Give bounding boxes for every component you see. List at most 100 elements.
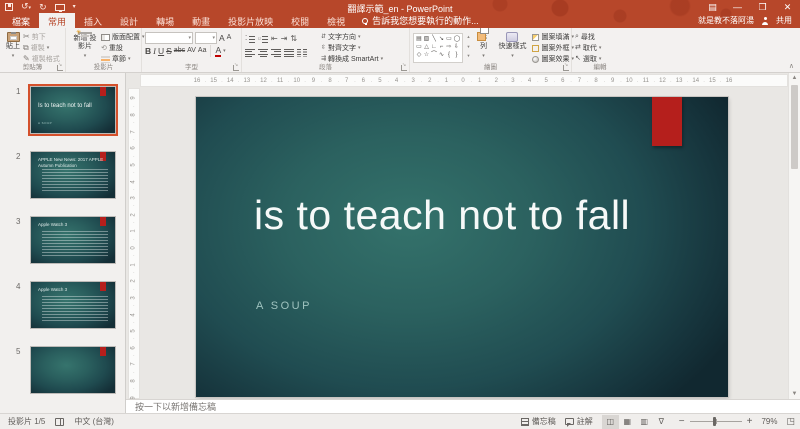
- shape-fill-button[interactable]: 圖案填滿 ▾: [532, 32, 574, 42]
- slide-title-text[interactable]: is to teach not to fall: [254, 189, 704, 241]
- align-text-button[interactable]: ⇳ 對齊文字 ▾: [321, 43, 383, 53]
- slide-thumbnail[interactable]: Is to teach not to fall A SOUP: [28, 84, 118, 136]
- zoom-slider-thumb[interactable]: [712, 417, 716, 426]
- paste-button[interactable]: 貼上 ▾: [3, 31, 23, 61]
- shape-glyph[interactable]: ⇨: [446, 43, 452, 51]
- shape-glyph[interactable]: ☆: [424, 51, 430, 59]
- bold-button[interactable]: B: [145, 46, 151, 56]
- start-slideshow-icon[interactable]: [54, 3, 65, 12]
- minimize-icon[interactable]: —: [725, 0, 750, 15]
- arrange-button[interactable]: 排列 ▾: [474, 25, 492, 61]
- paragraph-dialog-launcher[interactable]: [401, 62, 407, 71]
- zoom-slider[interactable]: [689, 417, 742, 426]
- tab-file[interactable]: 檔案: [0, 13, 39, 28]
- shape-outline-button[interactable]: 圖案外框 ▾: [532, 43, 574, 53]
- replace-button[interactable]: ⇄ 取代 ▾: [575, 43, 625, 53]
- shape-glyph[interactable]: ╲: [431, 35, 437, 43]
- shape-glyph[interactable]: ▤: [416, 35, 422, 43]
- shape-glyph[interactable]: ◇: [416, 51, 422, 59]
- cut-button[interactable]: ✂ 剪下: [23, 32, 60, 42]
- tell-me-box[interactable]: 告訴我您想要執行的動作...: [354, 13, 487, 28]
- shape-glyph[interactable]: ⌐: [439, 43, 445, 51]
- font-size-combobox[interactable]: [195, 31, 217, 44]
- maximize-icon[interactable]: ❒: [750, 0, 775, 15]
- shapes-gallery-scroll[interactable]: ▲ ▼ ▼: [466, 31, 472, 61]
- numbering-icon[interactable]: [258, 34, 268, 43]
- collapse-ribbon-icon[interactable]: ∧: [789, 62, 794, 70]
- tab-檢視[interactable]: 檢視: [318, 13, 354, 28]
- copy-button[interactable]: ⧉ 複製 ▾: [23, 43, 60, 53]
- shapes-gallery[interactable]: ▤ ▧ ╲ ↘ ▭ ◯ ▭ △ ∟ ⌐ ⇨ ⇩ ◇ ☆ ⌒ ∿{}: [413, 33, 463, 63]
- reset-button[interactable]: ⟲ 重設: [101, 43, 145, 53]
- spell-check-icon[interactable]: [55, 417, 65, 426]
- shape-glyph[interactable]: ▧: [424, 35, 430, 43]
- shape-glyph[interactable]: ▭: [416, 43, 422, 51]
- notes-placeholder[interactable]: 按一下以新增備忘稿: [135, 400, 216, 413]
- shape-glyph[interactable]: ∿: [439, 51, 445, 59]
- tab-校閱[interactable]: 校閱: [282, 13, 318, 28]
- justify-icon[interactable]: [284, 48, 294, 57]
- tab-設計[interactable]: 設計: [111, 13, 147, 28]
- font-color-button[interactable]: A: [215, 46, 221, 57]
- shape-glyph[interactable]: ▭: [446, 35, 452, 43]
- slide-thumbnail[interactable]: APPLE New News: 2017 APPLE Autumn Public…: [30, 151, 116, 199]
- line-spacing-icon[interactable]: ⇅: [290, 34, 297, 43]
- shrink-font-icon[interactable]: A: [227, 33, 232, 43]
- shape-glyph[interactable]: ↘: [439, 35, 445, 43]
- normal-view-button[interactable]: ◫: [601, 414, 619, 429]
- underline-button[interactable]: U: [158, 46, 164, 56]
- font-name-combobox[interactable]: [145, 31, 193, 44]
- decrease-indent-icon[interactable]: ⇤: [271, 34, 278, 43]
- redo-icon[interactable]: ↻: [39, 2, 47, 12]
- share-button[interactable]: 共用: [776, 15, 792, 26]
- italic-button[interactable]: I: [153, 46, 156, 56]
- zoom-in-icon[interactable]: +: [747, 416, 753, 426]
- notes-pane[interactable]: 按一下以新增備忘稿: [126, 399, 800, 413]
- notes-toggle-button[interactable]: 備忘稿: [520, 416, 556, 427]
- new-slide-button[interactable]: 新增 投影片▾: [69, 29, 101, 61]
- layout-button[interactable]: 版面配置 ▾: [101, 32, 145, 42]
- shape-glyph[interactable]: ⇩: [454, 43, 460, 51]
- zoom-out-icon[interactable]: −: [679, 416, 685, 426]
- undo-icon[interactable]: ↺▾: [21, 1, 31, 13]
- change-case-button[interactable]: Aa: [198, 46, 207, 56]
- slide-subtitle-text[interactable]: A SOUP: [256, 300, 312, 312]
- slide-thumbnail[interactable]: Apple Watch 3: [30, 216, 116, 264]
- slide-canvas[interactable]: is to teach not to fall A SOUP: [196, 97, 728, 397]
- slideshow-view-button[interactable]: ∇: [653, 415, 670, 429]
- character-spacing-button[interactable]: AV: [187, 46, 196, 56]
- slide-number-indicator[interactable]: 投影片 1/5: [8, 416, 45, 427]
- columns-icon[interactable]: [297, 48, 307, 57]
- shape-glyph[interactable]: }: [454, 51, 460, 59]
- qat-customize-icon[interactable]: ▾: [73, 2, 76, 12]
- drawing-dialog-launcher[interactable]: [563, 62, 569, 71]
- bullets-icon[interactable]: [245, 34, 255, 43]
- align-right-icon[interactable]: [271, 48, 281, 57]
- slide-red-accent-shape[interactable]: [652, 97, 682, 146]
- shape-glyph[interactable]: ⌒: [431, 51, 437, 59]
- tab-動畫[interactable]: 動畫: [183, 13, 219, 28]
- language-indicator[interactable]: 中文 (台灣): [74, 416, 114, 427]
- scroll-up-icon[interactable]: ▲: [789, 75, 800, 81]
- tab-插入[interactable]: 插入: [75, 13, 111, 28]
- tab-常用[interactable]: 常用: [39, 13, 76, 28]
- grow-font-icon[interactable]: A: [219, 33, 225, 43]
- shape-glyph[interactable]: ∟: [431, 43, 437, 51]
- font-dialog-launcher[interactable]: [233, 62, 239, 71]
- strikethrough-button[interactable]: S: [166, 46, 172, 56]
- account-name[interactable]: 就是教不落阿湯: [698, 15, 754, 26]
- save-icon[interactable]: [5, 3, 13, 11]
- scrollbar-thumb[interactable]: [791, 85, 798, 169]
- reading-view-button[interactable]: ▥: [636, 415, 653, 429]
- tab-投影片放映[interactable]: 投影片放映: [219, 13, 282, 28]
- slide-sorter-view-button[interactable]: ▦: [619, 415, 636, 429]
- zoom-percentage[interactable]: 79%: [761, 417, 777, 426]
- clear-formatting-icon[interactable]: abc: [174, 46, 185, 56]
- shape-glyph[interactable]: {: [446, 51, 452, 59]
- text-direction-button[interactable]: ⇵ 文字方向 ▾: [321, 32, 383, 42]
- comments-toggle-button[interactable]: 註解: [564, 416, 593, 427]
- tab-轉場[interactable]: 轉場: [147, 13, 183, 28]
- slide-thumbnail[interactable]: Apple Watch 3: [30, 281, 116, 329]
- fit-to-window-icon[interactable]: ◳: [786, 416, 795, 427]
- align-left-icon[interactable]: [245, 48, 255, 57]
